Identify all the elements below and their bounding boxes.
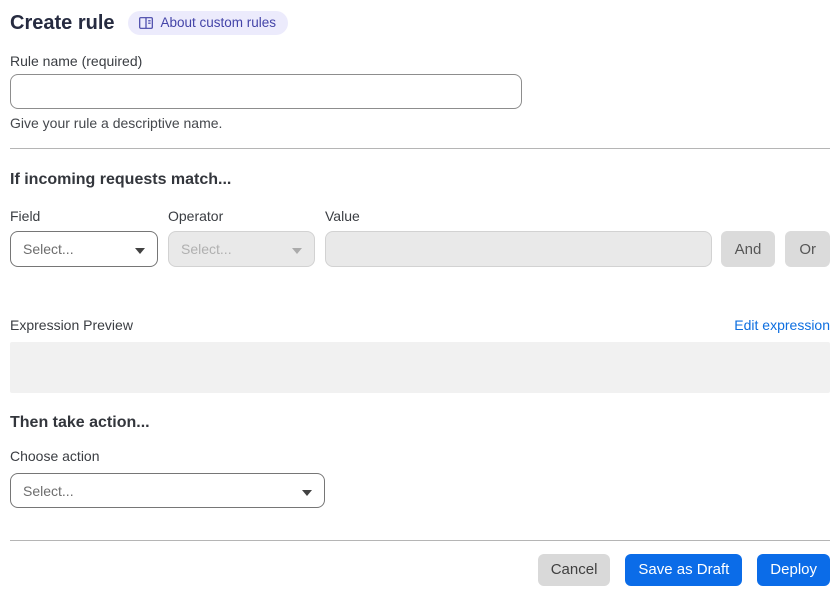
deploy-button[interactable]: Deploy [757,554,830,586]
field-column: Field Select... [10,208,158,267]
chevron-down-icon [135,241,145,257]
page-title: Create rule [10,12,115,34]
value-column: Value [325,208,712,267]
rule-name-helper: Give your rule a descriptive name. [10,115,223,131]
footer-divider [10,540,830,541]
rule-name-input[interactable] [10,74,522,109]
page-header: Create rule About custom rules [10,0,830,36]
choose-action-label: Choose action [10,448,100,464]
action-section-heading: Then take action... [10,414,150,431]
match-section-heading: If incoming requests match... [10,171,232,188]
chevron-down-icon [302,483,312,499]
book-icon [138,15,154,31]
expression-preview-box [10,342,830,393]
choose-action-select[interactable]: Select... [10,473,325,508]
chevron-down-icon [292,241,302,257]
save-as-draft-button[interactable]: Save as Draft [625,554,743,586]
edit-expression-link[interactable]: Edit expression [734,317,830,333]
rule-name-label: Rule name (required) [10,53,143,69]
cancel-button[interactable]: Cancel [537,554,611,586]
or-button[interactable]: Or [785,231,830,267]
section-divider-top [10,148,830,149]
field-select-value: Select... [23,241,74,257]
operator-column: Operator Select... [168,208,315,267]
value-label: Value [325,208,360,224]
expression-preview-header: Expression Preview Edit expression [10,317,830,333]
and-button[interactable]: And [720,231,776,267]
about-custom-rules-link[interactable]: About custom rules [127,11,289,35]
operator-select[interactable]: Select... [168,231,315,267]
expression-preview-label: Expression Preview [10,317,133,333]
footer-actions: Cancel Save as Draft Deploy [10,554,830,586]
operator-select-value: Select... [181,241,232,257]
operator-label: Operator [168,208,224,224]
value-input[interactable] [325,231,712,267]
about-custom-rules-label: About custom rules [160,15,277,30]
field-label: Field [10,208,41,224]
expression-builder-row: Field Select... Operator Select... Value… [10,208,830,267]
field-select[interactable]: Select... [10,231,158,267]
choose-action-select-value: Select... [23,482,74,499]
create-rule-page: Create rule About custom rules Rule name… [0,0,839,586]
